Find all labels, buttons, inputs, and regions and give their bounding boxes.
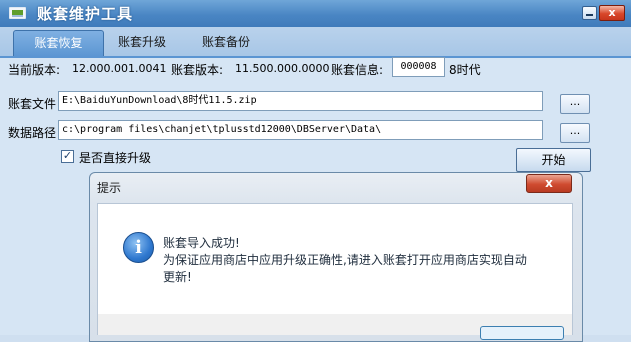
tab-account-recover[interactable]: 账套恢复 (13, 30, 104, 57)
dialog-close-button[interactable]: x (526, 174, 572, 193)
dialog-message-line-1: 账套导入成功! (163, 236, 240, 250)
data-path-label: 数据路径 (8, 126, 57, 140)
dialog-message-line-3: 更新! (163, 270, 192, 284)
app-icon (9, 7, 26, 19)
account-file-label: 账套文件 (8, 97, 57, 111)
close-button[interactable]: x (599, 5, 625, 21)
current-version-value: 12.000.001.0041 (72, 62, 167, 75)
minimize-button[interactable] (582, 6, 597, 20)
dialog-title: 提示 (97, 181, 122, 195)
window-title: 账套维护工具 (37, 5, 134, 23)
start-button[interactable]: 开始 (516, 148, 591, 172)
account-info-name: 8时代 (449, 63, 481, 77)
current-version-label: 当前版本: (8, 63, 61, 77)
account-info-field[interactable]: 000008 (392, 57, 445, 77)
data-path-browse-button[interactable]: ... (560, 123, 590, 143)
account-file-input[interactable]: E:\BaiduYunDownload\8时代11.5.zip (58, 91, 543, 111)
dialog-ok-button[interactable] (480, 326, 564, 340)
direct-upgrade-label: 是否直接升级 (79, 151, 152, 165)
direct-upgrade-checkbox[interactable]: ✓ (61, 150, 74, 163)
minimize-icon (586, 14, 593, 16)
tab-account-upgrade[interactable]: 账套升级 (109, 31, 175, 56)
tab-account-backup[interactable]: 账套备份 (191, 31, 261, 56)
account-version-value: 11.500.000.0000 (235, 62, 330, 75)
account-file-browse-button[interactable]: ... (560, 94, 590, 114)
account-version-label: 账套版本: (171, 63, 224, 77)
account-info-label: 账套信息: (331, 63, 384, 77)
info-icon: i (123, 232, 154, 263)
dialog-message-line-2: 为保证应用商店中应用升级正确性,请进入账套打开应用商店实现自动 (163, 253, 527, 267)
data-path-input[interactable]: c:\program files\chanjet\tplusstd12000\D… (58, 120, 543, 140)
